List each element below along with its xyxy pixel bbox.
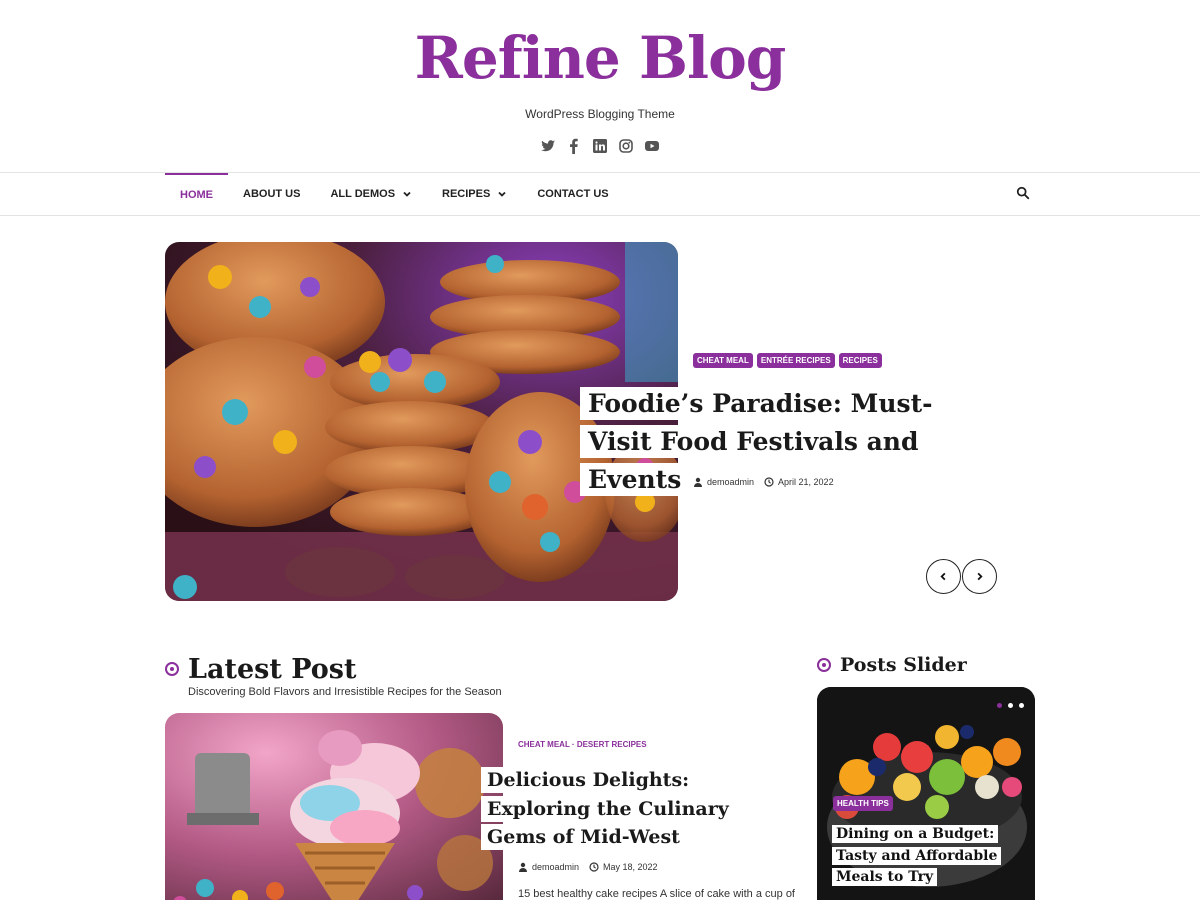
slide-post-title[interactable]: Dining on a Budget: Tasty and Affordable… <box>832 824 1022 889</box>
hero-post-date[interactable]: April 21, 2022 <box>778 477 834 487</box>
user-icon <box>694 477 702 487</box>
slider-dot[interactable] <box>1008 703 1013 708</box>
nav-item-all-demos[interactable]: ALL DEMOS <box>315 173 427 215</box>
twitter-icon[interactable] <box>540 138 556 154</box>
nav-item-label: CONTACT US <box>537 188 609 200</box>
post-author[interactable]: demoadmin <box>532 862 579 872</box>
section-bullet-icon <box>165 662 179 676</box>
post-title[interactable]: Delicious Delights: Exploring the Culina… <box>481 766 781 852</box>
latest-post-heading: Latest Post <box>188 654 357 685</box>
post-featured-image[interactable] <box>165 713 503 900</box>
hero-post-author[interactable]: demoadmin <box>707 477 754 487</box>
nav-item-label: HOME <box>180 189 213 201</box>
linkedin-icon[interactable] <box>592 138 608 154</box>
post-date[interactable]: May 18, 2022 <box>603 862 658 872</box>
site-header: Refine Blog WordPress Blogging Theme <box>0 0 1200 172</box>
tag-cheat-meal[interactable]: CHEAT MEAL <box>693 353 753 368</box>
nav-menu: HOME ABOUT US ALL DEMOS RECIPES CONTACT … <box>165 173 624 215</box>
chevron-down-icon <box>498 191 506 197</box>
user-icon <box>519 862 527 872</box>
nav-item-about-us[interactable]: ABOUT US <box>228 173 315 215</box>
tag-entree-recipes[interactable]: ENTRÉE RECIPES <box>756 353 835 368</box>
slider-pagination <box>997 703 1024 708</box>
social-links <box>540 136 660 156</box>
slider-dot[interactable] <box>997 703 1002 708</box>
slide-post-title-text: Dining on a Budget: Tasty and Affordable… <box>832 825 1002 886</box>
post-meta: demoadmin May 18, 2022 <box>518 862 658 872</box>
instagram-icon[interactable] <box>618 138 634 154</box>
facebook-icon[interactable] <box>566 138 582 154</box>
nav-item-recipes[interactable]: RECIPES <box>427 173 522 215</box>
chevron-right-icon <box>977 572 983 581</box>
slider-prev-button[interactable] <box>926 559 961 594</box>
section-bullet-icon <box>817 658 831 672</box>
post-excerpt: 15 best healthy cake recipes A slice of … <box>518 888 795 900</box>
post-categories[interactable]: CHEAT MEAL · DESERT RECIPES <box>518 740 647 749</box>
slide-tag-health-tips[interactable]: HEALTH TIPS <box>833 796 893 811</box>
clock-icon <box>589 862 599 872</box>
nav-item-contact-us[interactable]: CONTACT US <box>522 173 623 215</box>
search-icon[interactable] <box>1016 186 1032 202</box>
nav-item-label: ABOUT US <box>243 188 301 200</box>
nav-item-label: ALL DEMOS <box>330 188 396 200</box>
nav-item-label: RECIPES <box>442 188 491 200</box>
youtube-icon[interactable] <box>644 138 660 154</box>
chevron-left-icon <box>940 572 946 581</box>
hero-post-meta: demoadmin April 21, 2022 <box>693 477 834 487</box>
nav-item-home[interactable]: HOME <box>165 173 228 215</box>
tag-recipes[interactable]: RECIPES <box>838 353 882 368</box>
post-title-text: Delicious Delights: Exploring the Culina… <box>481 767 735 850</box>
site-tagline: WordPress Blogging Theme <box>525 107 675 121</box>
posts-slider-heading: Posts Slider <box>840 654 967 676</box>
hero-category-tags: CHEAT MEAL ENTRÉE RECIPES RECIPES <box>693 353 882 368</box>
slider-next-button[interactable] <box>962 559 997 594</box>
chevron-down-icon <box>403 191 411 197</box>
slider-dot[interactable] <box>1019 703 1024 708</box>
main-navigation: HOME ABOUT US ALL DEMOS RECIPES CONTACT … <box>0 172 1200 216</box>
clock-icon <box>764 477 774 487</box>
site-title[interactable]: Refine Blog <box>0 24 1200 92</box>
latest-post-subheading: Discovering Bold Flavors and Irresistibl… <box>188 686 502 698</box>
